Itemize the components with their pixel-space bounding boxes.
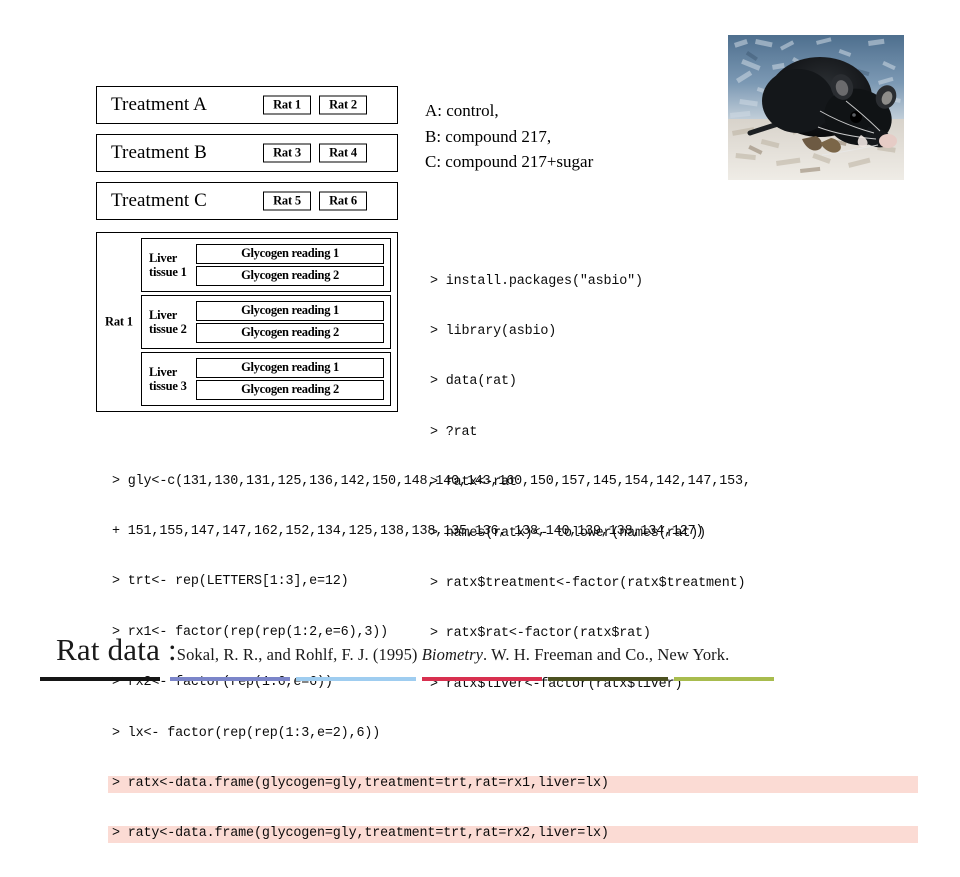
nesting-diagram: Rat 1 Liver tissue 1 Glycogen reading 1 … <box>96 232 398 412</box>
nesting-rat-label: Rat 1 <box>105 314 133 329</box>
rule-segment-periwinkle <box>170 677 290 681</box>
tissue-3-reading-1: Glycogen reading 1 <box>196 358 384 378</box>
legend-line-b: B: compound 217, <box>425 126 552 146</box>
treatment-row-c: Treatment C Rat 5 Rat 6 <box>96 182 398 220</box>
treatment-b-label: Treatment B <box>111 142 207 163</box>
footer-citation-post: . W. H. Freeman and Co., New York. <box>483 645 730 664</box>
rule-segment-lightolive <box>674 677 774 681</box>
console-line: > lx<- factor(rep(rep(1:3,e=2),6)) <box>112 725 381 741</box>
rat-chip-4: Rat 4 <box>319 143 367 163</box>
console-line: > install.packages("asbio") <box>430 273 643 289</box>
treatment-row-a: Treatment A Rat 1 Rat 2 <box>96 86 398 124</box>
legend-line-c: C: compound 217+sugar <box>425 152 594 171</box>
liver-tissue-1-label: Liver tissue 1 <box>149 251 187 279</box>
liver-tissue-3-label: Liver tissue 3 <box>149 365 187 393</box>
console-line-highlighted: > ratx<-data.frame(glycogen=gly,treatmen… <box>108 775 918 793</box>
footer-caption: Rat data :Sokal, R. R., and Rohlf, F. J.… <box>56 632 729 668</box>
rule-segment-lightblue <box>296 677 416 681</box>
liver-tissue-1-box: Liver tissue 1 Glycogen reading 1 Glycog… <box>141 238 391 292</box>
liver-tissue-2-label: Liver tissue 2 <box>149 308 187 336</box>
rat-chip-1: Rat 1 <box>263 95 311 115</box>
console-line: > trt<- rep(LETTERS[1:3],e=12) <box>112 574 349 590</box>
tissue-3-reading-2: Glycogen reading 2 <box>196 380 384 400</box>
liver-tissue-3-box: Liver tissue 3 Glycogen reading 1 Glycog… <box>141 352 391 406</box>
treatment-legend: A: control, B: compound 217, C: compound… <box>425 98 593 175</box>
treatment-group: Treatment A Rat 1 Rat 2 Treatment B Rat … <box>96 86 398 221</box>
treatment-row-b: Treatment B Rat 3 Rat 4 <box>96 134 398 172</box>
tissue-1-reading-2: Glycogen reading 2 <box>196 266 384 286</box>
rule-segment-darkolive <box>548 677 668 681</box>
rule-segment-black <box>40 677 160 681</box>
treatment-a-label: Treatment A <box>111 94 207 115</box>
footer-citation-pre: Sokal, R. R., and Rohlf, F. J. (1995) <box>176 645 422 664</box>
rat-photo <box>728 35 904 180</box>
console-line-highlighted: > raty<-data.frame(glycogen=gly,treatmen… <box>108 826 918 844</box>
rat-chip-3: Rat 3 <box>263 143 311 163</box>
slide-root: Treatment A Rat 1 Rat 2 Treatment B Rat … <box>0 0 960 844</box>
console-line: > data(rat) <box>430 374 517 390</box>
legend-line-a: A: control, <box>425 101 499 120</box>
console-line: > library(asbio) <box>430 323 557 339</box>
treatment-c-label: Treatment C <box>111 190 207 211</box>
tissue-1-reading-1: Glycogen reading 1 <box>196 244 384 264</box>
rat-chip-2: Rat 2 <box>319 95 367 115</box>
console-line: + 151,155,147,147,162,152,134,125,138,13… <box>112 523 704 539</box>
rat-chip-5: Rat 5 <box>263 191 311 211</box>
footer-title: Rat data : <box>56 632 177 667</box>
liver-tissue-2-box: Liver tissue 2 Glycogen reading 1 Glycog… <box>141 295 391 349</box>
rule-segment-crimson <box>422 677 542 681</box>
tissue-2-reading-2: Glycogen reading 2 <box>196 323 384 343</box>
footer-citation-italic: Biometry <box>421 645 484 664</box>
console-line: > gly<-c(131,130,131,125,136,142,150,148… <box>112 473 751 489</box>
tissue-2-reading-1: Glycogen reading 1 <box>196 301 384 321</box>
rat-chip-6: Rat 6 <box>319 191 367 211</box>
